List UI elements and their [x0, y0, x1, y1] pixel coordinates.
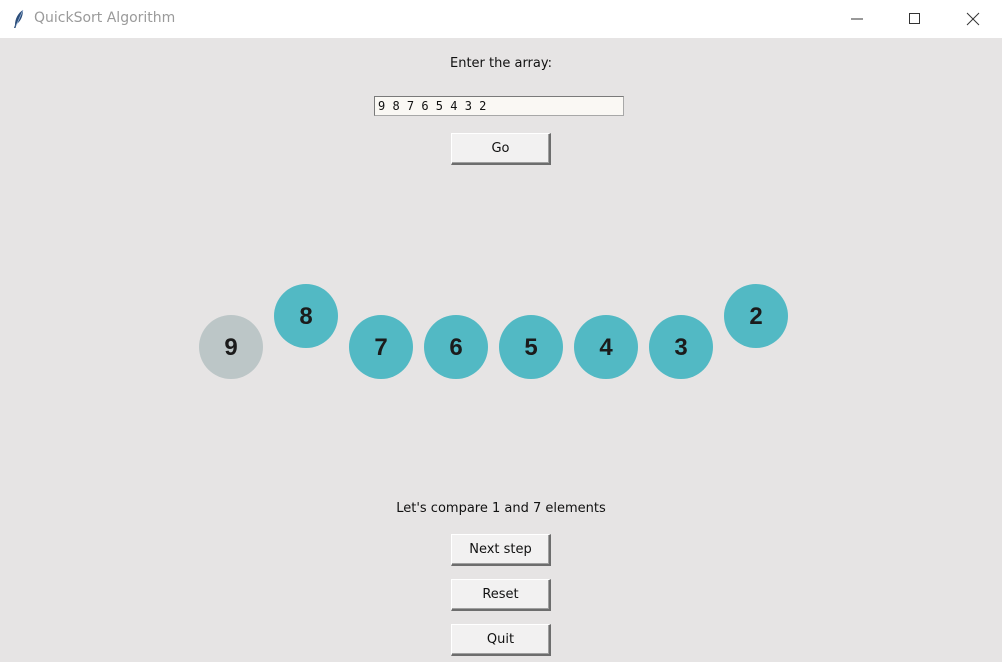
element-value: 5 [524, 334, 537, 361]
title-bar[interactable]: QuickSort Algorithm [0, 0, 1002, 38]
go-button[interactable]: Go [451, 133, 551, 165]
array-element-6: 3 [649, 315, 713, 379]
element-value: 9 [224, 334, 237, 361]
array-canvas: 9 8 7 6 5 4 3 2 [199, 284, 788, 379]
maximize-button[interactable] [886, 0, 944, 38]
array-element-7: 2 [724, 284, 788, 348]
array-element-2: 7 [349, 315, 413, 379]
feather-icon [14, 9, 24, 28]
array-element-5: 4 [574, 315, 638, 379]
array-element-4: 5 [499, 315, 563, 379]
close-icon [966, 12, 980, 26]
minimize-icon [851, 18, 863, 20]
array-element-0: 9 [199, 315, 263, 379]
element-value: 6 [449, 334, 462, 361]
element-value: 2 [749, 303, 762, 330]
array-element-1: 8 [274, 284, 338, 348]
status-message: Let's compare 1 and 7 elements [396, 501, 606, 516]
window-title: QuickSort Algorithm [34, 10, 176, 26]
array-input[interactable] [374, 96, 624, 116]
app-window: QuickSort Algorithm Enter the array: Go … [0, 0, 1002, 662]
next-step-button[interactable]: Next step [451, 534, 551, 566]
reset-button[interactable]: Reset [451, 579, 551, 611]
element-value: 3 [674, 334, 687, 361]
element-value: 8 [299, 303, 312, 330]
minimize-button[interactable] [828, 0, 886, 38]
element-value: 7 [374, 334, 387, 361]
array-element-3: 6 [424, 315, 488, 379]
array-prompt-label: Enter the array: [449, 56, 552, 71]
maximize-icon [909, 13, 920, 24]
element-value: 4 [599, 334, 613, 361]
close-button[interactable] [944, 0, 1002, 38]
quit-button[interactable]: Quit [451, 624, 551, 656]
